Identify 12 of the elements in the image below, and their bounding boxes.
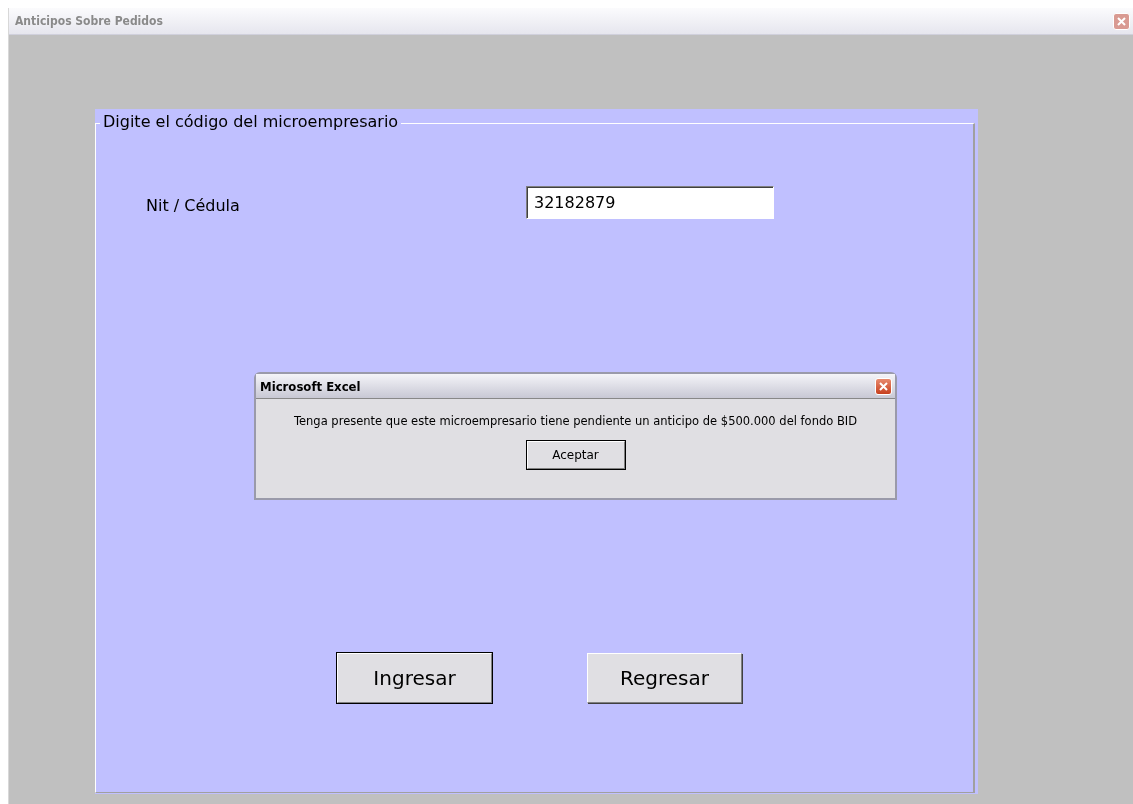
window-title: Anticipos Sobre Pedidos [15, 14, 163, 28]
accept-button[interactable]: Aceptar [526, 441, 625, 469]
group-legend: Digite el código del microempresario [100, 112, 402, 131]
form-button[interactable]: Regresar [587, 653, 742, 703]
dialog-title: Microsoft Excel [260, 378, 361, 394]
dialog-message: Tenga presente que este microempresario tiene pendiente un anticipo de $500.000 del fondo BID [293, 414, 858, 428]
close-icon [1117, 16, 1126, 26]
input-field[interactable]: 32182879 [526, 186, 774, 219]
form-button[interactable]: Ingresar [337, 653, 492, 703]
field-label: Nit / Cédula [146, 196, 241, 215]
close-button[interactable] [875, 377, 892, 395]
close-icon [879, 381, 888, 391]
